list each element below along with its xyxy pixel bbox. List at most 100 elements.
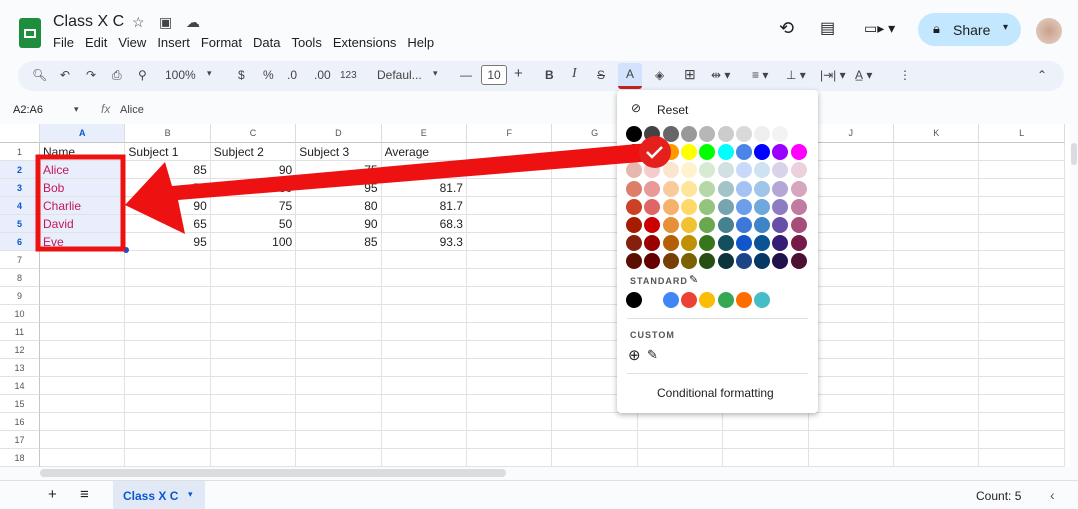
color-swatch[interactable] [662, 235, 679, 252]
spreadsheet-grid[interactable]: ABCDEFGHIJKL1NameSubject 1Subject 2Subje… [0, 124, 1070, 467]
cell[interactable] [296, 413, 382, 431]
cell[interactable] [296, 287, 382, 305]
bold-button[interactable]: B [545, 68, 554, 82]
color-swatch[interactable] [680, 126, 697, 142]
cell[interactable] [467, 395, 553, 413]
cell[interactable] [894, 233, 980, 251]
decrease-decimal-button[interactable]: .0 [287, 68, 297, 82]
cell[interactable] [894, 449, 980, 467]
percent-button[interactable]: % [263, 68, 274, 82]
add-custom-color-icon[interactable]: ⊕ [628, 346, 641, 364]
cell[interactable] [808, 233, 894, 251]
doc-title[interactable]: Class X C [53, 13, 124, 31]
cell[interactable] [979, 287, 1065, 305]
color-swatch[interactable] [754, 253, 771, 270]
cell[interactable] [979, 431, 1065, 449]
color-swatch[interactable] [754, 162, 771, 179]
cell[interactable] [979, 215, 1065, 233]
cell[interactable] [296, 449, 382, 467]
standard-color-swatch[interactable] [699, 292, 716, 308]
cell[interactable] [467, 377, 553, 395]
cell[interactable] [125, 395, 211, 413]
cell[interactable] [979, 323, 1065, 341]
cell[interactable] [894, 179, 980, 197]
color-swatch[interactable] [772, 162, 789, 179]
standard-color-swatch[interactable] [626, 292, 642, 308]
cell[interactable]: Subject 2 [210, 143, 297, 161]
cell[interactable] [125, 377, 211, 395]
color-swatch[interactable] [680, 144, 697, 161]
menu-edit[interactable]: Edit [85, 35, 107, 50]
cell[interactable] [467, 251, 553, 269]
color-swatch[interactable] [680, 217, 697, 233]
cell[interactable] [894, 197, 980, 215]
cell[interactable] [210, 305, 297, 323]
color-swatch[interactable] [790, 144, 807, 161]
cell[interactable] [467, 449, 553, 467]
cell[interactable] [381, 323, 467, 341]
cell[interactable]: David [40, 215, 126, 233]
cell[interactable] [467, 179, 553, 197]
chevron-down-icon[interactable]: ▾ [433, 68, 438, 79]
color-swatch[interactable] [717, 253, 734, 270]
cell[interactable] [894, 161, 980, 179]
color-swatch[interactable] [735, 217, 752, 233]
cell[interactable] [552, 449, 638, 467]
color-swatch[interactable] [790, 180, 807, 197]
color-swatch[interactable] [754, 126, 771, 142]
cell[interactable]: 80 [296, 197, 382, 215]
decrease-font-size-button[interactable]: — [460, 68, 472, 82]
column-header-B[interactable]: B [125, 124, 211, 143]
color-swatch[interactable] [790, 162, 807, 179]
cell[interactable]: Alice [40, 161, 126, 179]
row-header[interactable]: 1 [0, 143, 40, 161]
color-swatch[interactable] [680, 235, 697, 252]
color-swatch[interactable] [790, 198, 807, 215]
cell[interactable] [979, 377, 1065, 395]
color-swatch[interactable] [790, 253, 807, 270]
color-swatch[interactable] [717, 144, 734, 161]
horizontal-align-icon[interactable]: ≡ ▾ [752, 68, 768, 82]
cell[interactable] [467, 305, 553, 323]
cell[interactable] [808, 449, 894, 467]
color-swatch[interactable] [626, 126, 642, 142]
collapse-toolbar-icon[interactable]: ⌃ [1037, 68, 1047, 82]
color-swatch[interactable] [717, 217, 734, 233]
cell[interactable] [552, 413, 638, 431]
color-swatch[interactable] [680, 198, 697, 215]
cell[interactable]: 65 [125, 215, 211, 233]
cell[interactable] [40, 305, 126, 323]
cell[interactable] [296, 269, 382, 287]
cell[interactable] [381, 395, 467, 413]
cell[interactable]: Subject 1 [125, 143, 211, 161]
print-icon[interactable]: ⎙ [112, 68, 122, 83]
cell[interactable] [296, 395, 382, 413]
more-options-icon[interactable]: ⋮ [899, 68, 911, 82]
row-header[interactable]: 14 [0, 377, 40, 395]
cell[interactable]: 80 [210, 179, 297, 197]
cell[interactable] [381, 269, 467, 287]
cell[interactable] [125, 305, 211, 323]
cell[interactable] [808, 341, 894, 359]
color-swatch[interactable] [680, 180, 697, 197]
cell[interactable] [40, 359, 126, 377]
cell[interactable] [381, 413, 467, 431]
color-swatch[interactable] [754, 198, 771, 215]
cell[interactable] [467, 269, 553, 287]
column-header-E[interactable]: E [381, 124, 467, 143]
cell[interactable]: 90 [296, 215, 382, 233]
cell[interactable] [637, 449, 724, 467]
row-header[interactable]: 7 [0, 251, 40, 269]
color-swatch[interactable] [772, 253, 789, 270]
cell[interactable]: Name [40, 143, 126, 161]
color-swatch[interactable] [662, 144, 679, 161]
cell[interactable] [808, 305, 894, 323]
menu-help[interactable]: Help [407, 35, 434, 50]
avatar[interactable] [1036, 18, 1062, 44]
row-header[interactable]: 6 [0, 233, 40, 251]
cell[interactable] [979, 341, 1065, 359]
color-swatch[interactable] [735, 180, 752, 197]
cell[interactable] [467, 287, 553, 305]
cell[interactable] [894, 215, 980, 233]
fill-handle[interactable] [123, 247, 129, 253]
